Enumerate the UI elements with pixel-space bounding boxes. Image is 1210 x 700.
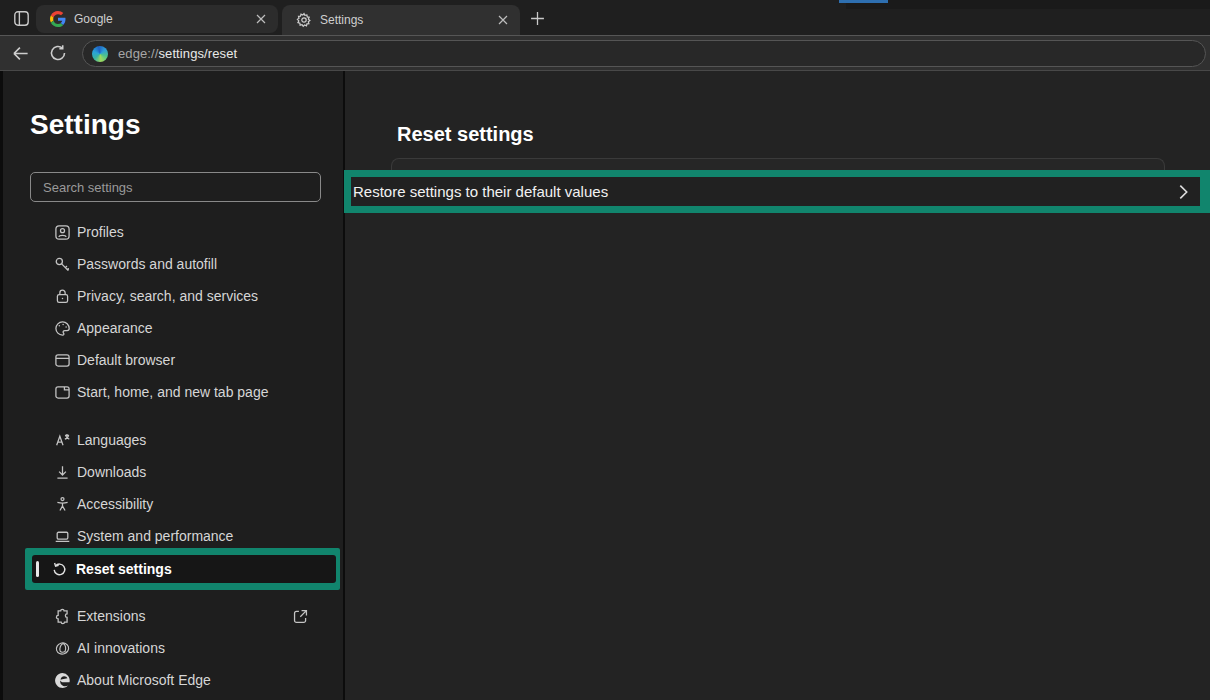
sidebar-item-downloads[interactable]: Downloads [3,456,346,488]
nav-group-gap [3,408,346,424]
sidebar-item-label: Downloads [77,464,146,480]
sidebar-item-profiles[interactable]: Profiles [3,216,346,248]
restore-settings-row-highlight: Restore settings to their default values [344,170,1210,213]
sidebar-item-about-microsoft-edge[interactable]: About Microsoft Edge [3,664,346,696]
tab-strip: Google Settings [0,0,1210,35]
key-icon [54,256,71,273]
tab-title: Settings [320,13,494,27]
back-icon[interactable] [6,39,34,67]
sidebar-item-label: Profiles [77,224,124,240]
sidebar-item-passwords-and-autofill[interactable]: Passwords and autofill [3,248,346,280]
tab-settings[interactable]: Settings [282,5,520,35]
palette-icon [54,320,71,337]
sidebar-item-selected[interactable]: Reset settings [32,555,336,583]
google-favicon [50,11,66,27]
refresh-icon[interactable] [44,39,72,67]
sidebar-item-label: Appearance [77,320,153,336]
reset-icon [51,561,68,578]
sidebar-item-languages[interactable]: Languages [3,424,346,456]
restore-settings-row[interactable]: Restore settings to their default values [351,177,1200,206]
sidebar-item-accessibility[interactable]: Accessibility [3,488,346,520]
sidebar-item-ai-innovations[interactable]: AI innovations [3,632,346,664]
sidebar-item-start-home-and-new-tab-page[interactable]: Start, home, and new tab page [3,376,346,408]
lock-icon [54,288,71,305]
edge-favicon [92,46,108,62]
tab-close-icon[interactable] [494,11,512,29]
sidebar-item-extensions[interactable]: Extensions [3,600,346,632]
tab-workspaces-icon[interactable] [10,7,32,29]
url-text: edge://settings/reset [118,46,237,61]
tab-google[interactable]: Google [36,5,278,33]
external-link-icon [292,608,309,625]
browser-toolbar: edge://settings/reset [0,35,1210,71]
search-settings-input[interactable] [31,180,320,195]
settings-page: Settings Profiles Passwords and autofill… [0,71,1210,700]
gear-favicon [296,12,312,28]
sidebar-item-privacy-search-and-services[interactable]: Privacy, search, and services [3,280,346,312]
page-title: Settings [30,109,140,141]
browser-icon [54,352,71,369]
selected-indicator [36,561,39,577]
sidebar-item-appearance[interactable]: Appearance [3,312,346,344]
sidebar-item-label: Default browser [77,352,175,368]
restore-settings-label: Restore settings to their default values [353,183,608,200]
ai-icon [54,640,71,657]
sidebar-item-label: Reset settings [76,561,172,577]
sidebar-item-label: AI innovations [77,640,165,656]
sidebar-item-label: About Microsoft Edge [77,672,211,688]
edge-logo-icon [54,672,71,689]
system-icon [54,528,71,545]
newtab-page-icon [54,384,71,401]
sidebar-nav: Profiles Passwords and autofill Privacy,… [3,216,346,696]
browser-window: Google Settings [0,0,1210,700]
sidebar-item-label: Accessibility [77,496,153,512]
settings-sidebar: Settings Profiles Passwords and autofill… [0,71,343,700]
search-settings-box[interactable] [30,172,321,202]
sidebar-item-label: Languages [77,432,146,448]
accessibility-icon [54,496,71,513]
section-heading: Reset settings [397,123,534,146]
chevron-right-icon [1179,184,1188,199]
url-path: settings/reset [158,46,237,61]
url-scheme: edge:// [118,46,158,61]
strip-shadow [846,0,1210,9]
url-bar[interactable]: edge://settings/reset [82,40,1206,67]
sidebar-item-label: Extensions [77,608,145,624]
download-icon [54,464,71,481]
new-tab-icon[interactable] [527,8,547,28]
profiles-icon [54,224,71,241]
tab-close-icon[interactable] [252,10,270,28]
tab-title: Google [74,12,252,26]
sidebar-item-label: Passwords and autofill [77,256,217,272]
sidebar-item-default-browser[interactable]: Default browser [3,344,346,376]
sidebar-item-label: Privacy, search, and services [77,288,258,304]
blue-accent-sliver [839,0,888,3]
languages-icon [54,432,71,449]
sidebar-item-label: Start, home, and new tab page [77,384,268,400]
reset-settings-highlight: Reset settings [25,548,340,590]
settings-main: Reset settings Restore settings to their… [345,71,1210,700]
extensions-icon [54,608,71,625]
sidebar-item-label: System and performance [77,528,233,544]
